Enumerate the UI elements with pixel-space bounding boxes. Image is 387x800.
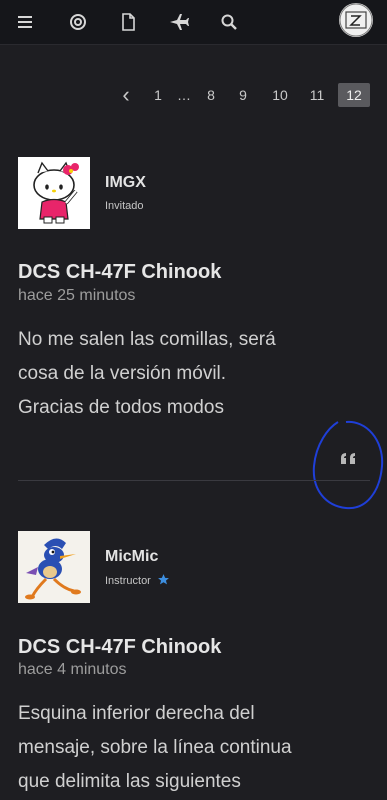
post-body-line: mensaje, sobre la línea continua	[18, 737, 292, 758]
user-role: Instructor	[105, 573, 170, 589]
top-nav-bar	[0, 0, 387, 45]
user-avatar[interactable]	[339, 3, 373, 37]
page-1-link[interactable]: 1	[149, 83, 167, 107]
post-body: No me salen las comillas, será cosa de l…	[18, 323, 368, 425]
post-body-line: que delimita las siguientes	[18, 771, 241, 792]
page-10-link[interactable]: 10	[267, 83, 293, 107]
post-body-line: Esquina inferior derecha del	[18, 703, 255, 724]
user-role: Invitado	[105, 200, 144, 212]
pagination: ‹ 1 … 8 9 10 11 12	[0, 83, 387, 107]
prev-page-button[interactable]: ‹	[117, 83, 135, 107]
username[interactable]: IMGX	[105, 174, 146, 192]
annotation-circle	[312, 420, 384, 510]
avatar-imgx[interactable]	[18, 157, 90, 229]
search-icon[interactable]	[218, 11, 240, 33]
user-role-label: Instructor	[105, 575, 151, 587]
post-body: Esquina inferior derecha del mensaje, so…	[18, 697, 368, 799]
page-9-link[interactable]: 9	[233, 83, 253, 107]
post-2: MicMic Instructor DCS CH-47F Chinook hac…	[18, 531, 370, 800]
target-icon[interactable]	[67, 11, 89, 33]
airplane-icon[interactable]	[168, 11, 190, 33]
avatar-micmic[interactable]	[18, 531, 90, 603]
post-body-line: No me salen las comillas, será	[18, 329, 276, 350]
post-time[interactable]: hace 4 minutos	[18, 661, 127, 679]
star-icon	[157, 573, 170, 589]
post-divider	[18, 480, 370, 481]
page-ellipsis: …	[177, 87, 191, 103]
post-time[interactable]: hace 25 minutos	[18, 287, 135, 305]
document-icon[interactable]	[117, 11, 139, 33]
page-11-link[interactable]: 11	[304, 83, 330, 107]
post-title[interactable]: DCS CH-47F Chinook	[18, 636, 221, 659]
post-body-line: cosa de la versión móvil.	[18, 363, 227, 384]
page-8-link[interactable]: 8	[201, 83, 221, 107]
post-title[interactable]: DCS CH-47F Chinook	[18, 261, 221, 284]
menu-icon[interactable]	[14, 11, 36, 33]
page-12-current[interactable]: 12	[338, 83, 370, 107]
username[interactable]: MicMic	[105, 548, 158, 566]
